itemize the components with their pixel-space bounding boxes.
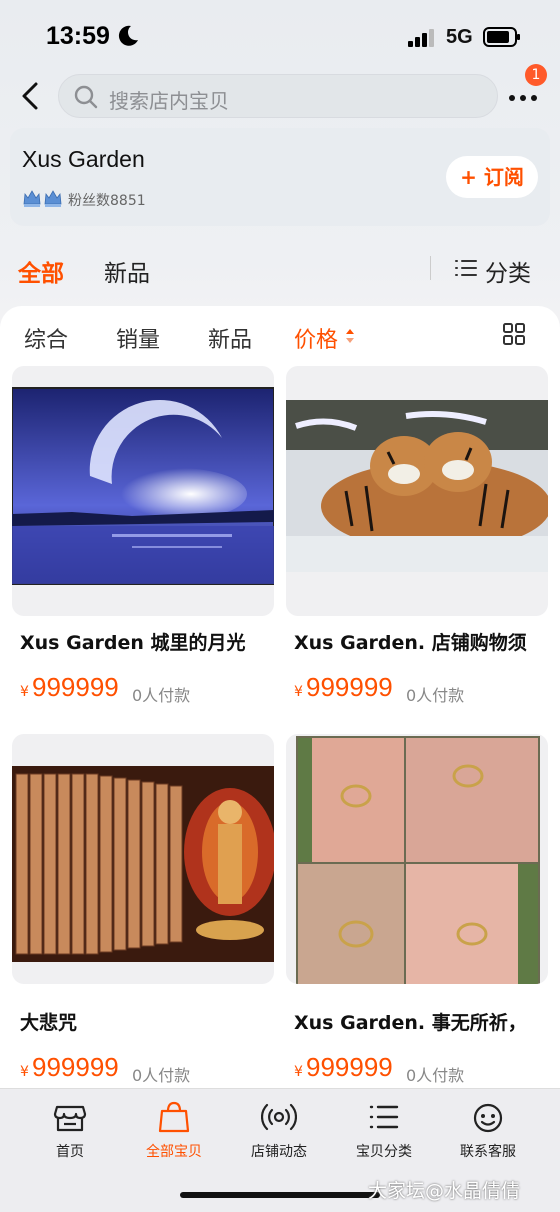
fans-count: 粉丝数8851	[68, 193, 146, 209]
product-title[interactable]: Xus Garden 城里的月光	[20, 628, 246, 655]
store-icon	[53, 1105, 87, 1132]
tigers-image	[286, 400, 548, 572]
product-image[interactable]	[12, 734, 274, 984]
list-icon[interactable]	[454, 258, 478, 278]
battery-icon	[483, 27, 520, 47]
sold-count: 0人付款	[406, 1066, 465, 1085]
search-icon	[74, 85, 98, 109]
product-price: 999999	[306, 672, 393, 702]
price-currency: ¥	[20, 684, 29, 700]
nav-categories[interactable]: 宝贝分类	[334, 1099, 434, 1161]
nav-contact[interactable]: 联系客服	[438, 1099, 538, 1161]
status-bar: 13:59 5G	[0, 0, 560, 70]
product-image[interactable]	[12, 366, 274, 616]
product-card[interactable]: 大悲咒 ¥ 999999 0人付款	[12, 734, 274, 1088]
more-icon[interactable]	[504, 84, 544, 108]
product-price: 999999	[306, 1052, 393, 1082]
nav-home[interactable]: 首页	[20, 1099, 120, 1161]
back-icon[interactable]	[14, 78, 46, 114]
sort-new[interactable]: 新品	[208, 322, 252, 354]
sold-count: 0人付款	[132, 1066, 191, 1085]
rings-image	[296, 736, 540, 984]
nav-shop-feed[interactable]: 店铺动态	[229, 1099, 329, 1161]
product-image[interactable]	[286, 366, 548, 616]
network-type: 5G	[446, 26, 473, 48]
product-price: 999999	[32, 1052, 119, 1082]
tab-divider	[430, 256, 431, 280]
crown-icon	[23, 190, 62, 207]
product-title[interactable]: Xus Garden. 店铺购物须	[294, 628, 527, 655]
notification-badge: 1	[525, 64, 547, 86]
subscribe-button[interactable]: + 订阅	[446, 156, 538, 198]
signal-icon	[408, 29, 434, 47]
nav-contact-label: 联系客服	[460, 1144, 516, 1160]
nav-shop-feed-label: 店铺动态	[251, 1144, 307, 1160]
sold-count: 0人付款	[132, 686, 191, 705]
search-placeholder: 搜索店内宝贝	[109, 89, 229, 113]
category-tab[interactable]: 分类	[485, 254, 531, 288]
nav-categories-label: 宝贝分类	[356, 1144, 412, 1160]
bag-icon	[158, 1101, 190, 1133]
grid-icon[interactable]	[502, 322, 526, 346]
shop-header: Xus Garden 粉丝数8851 + 订阅	[10, 128, 550, 226]
sold-count: 0人付款	[406, 686, 465, 705]
smile-icon	[473, 1103, 503, 1133]
product-card[interactable]: Xus Garden. 事无所祈， ¥ 999999 0人付款	[286, 734, 548, 1088]
search-input[interactable]: 搜索店内宝贝	[58, 74, 498, 118]
watermark: 大家坛@水晶倩倩	[368, 1180, 521, 1202]
scripture-image	[12, 766, 274, 962]
nav-all-items-label: 全部宝贝	[146, 1144, 202, 1160]
shop-name: Xus Garden	[22, 146, 145, 172]
menu-list-icon	[369, 1105, 399, 1129]
product-card[interactable]: Xus Garden 城里的月光 ¥ 999999 0人付款	[12, 366, 274, 706]
home-indicator[interactable]	[180, 1192, 380, 1198]
nav-all-items[interactable]: 全部宝贝	[124, 1099, 224, 1161]
moonlight-image	[12, 387, 274, 585]
product-title[interactable]: Xus Garden. 事无所祈，	[294, 1008, 527, 1035]
status-time: 13:59	[46, 22, 110, 50]
broadcast-icon	[261, 1103, 297, 1131]
sort-price[interactable]: 价格	[294, 322, 338, 354]
product-title[interactable]: 大悲咒	[20, 1008, 77, 1035]
moon-icon	[118, 25, 138, 46]
sort-comprehensive[interactable]: 综合	[24, 322, 68, 354]
price-currency: ¥	[20, 1064, 29, 1080]
product-card[interactable]: Xus Garden. 店铺购物须 ¥ 999999 0人付款	[286, 366, 548, 706]
price-currency: ¥	[294, 1064, 303, 1080]
nav-home-label: 首页	[56, 1144, 84, 1160]
tab-all[interactable]: 全部	[18, 254, 64, 288]
tab-new[interactable]: 新品	[104, 254, 150, 288]
sort-sales[interactable]: 销量	[116, 322, 160, 354]
product-image[interactable]	[286, 734, 548, 984]
product-price: 999999	[32, 672, 119, 702]
price-currency: ¥	[294, 684, 303, 700]
sort-arrows-icon	[346, 329, 354, 343]
